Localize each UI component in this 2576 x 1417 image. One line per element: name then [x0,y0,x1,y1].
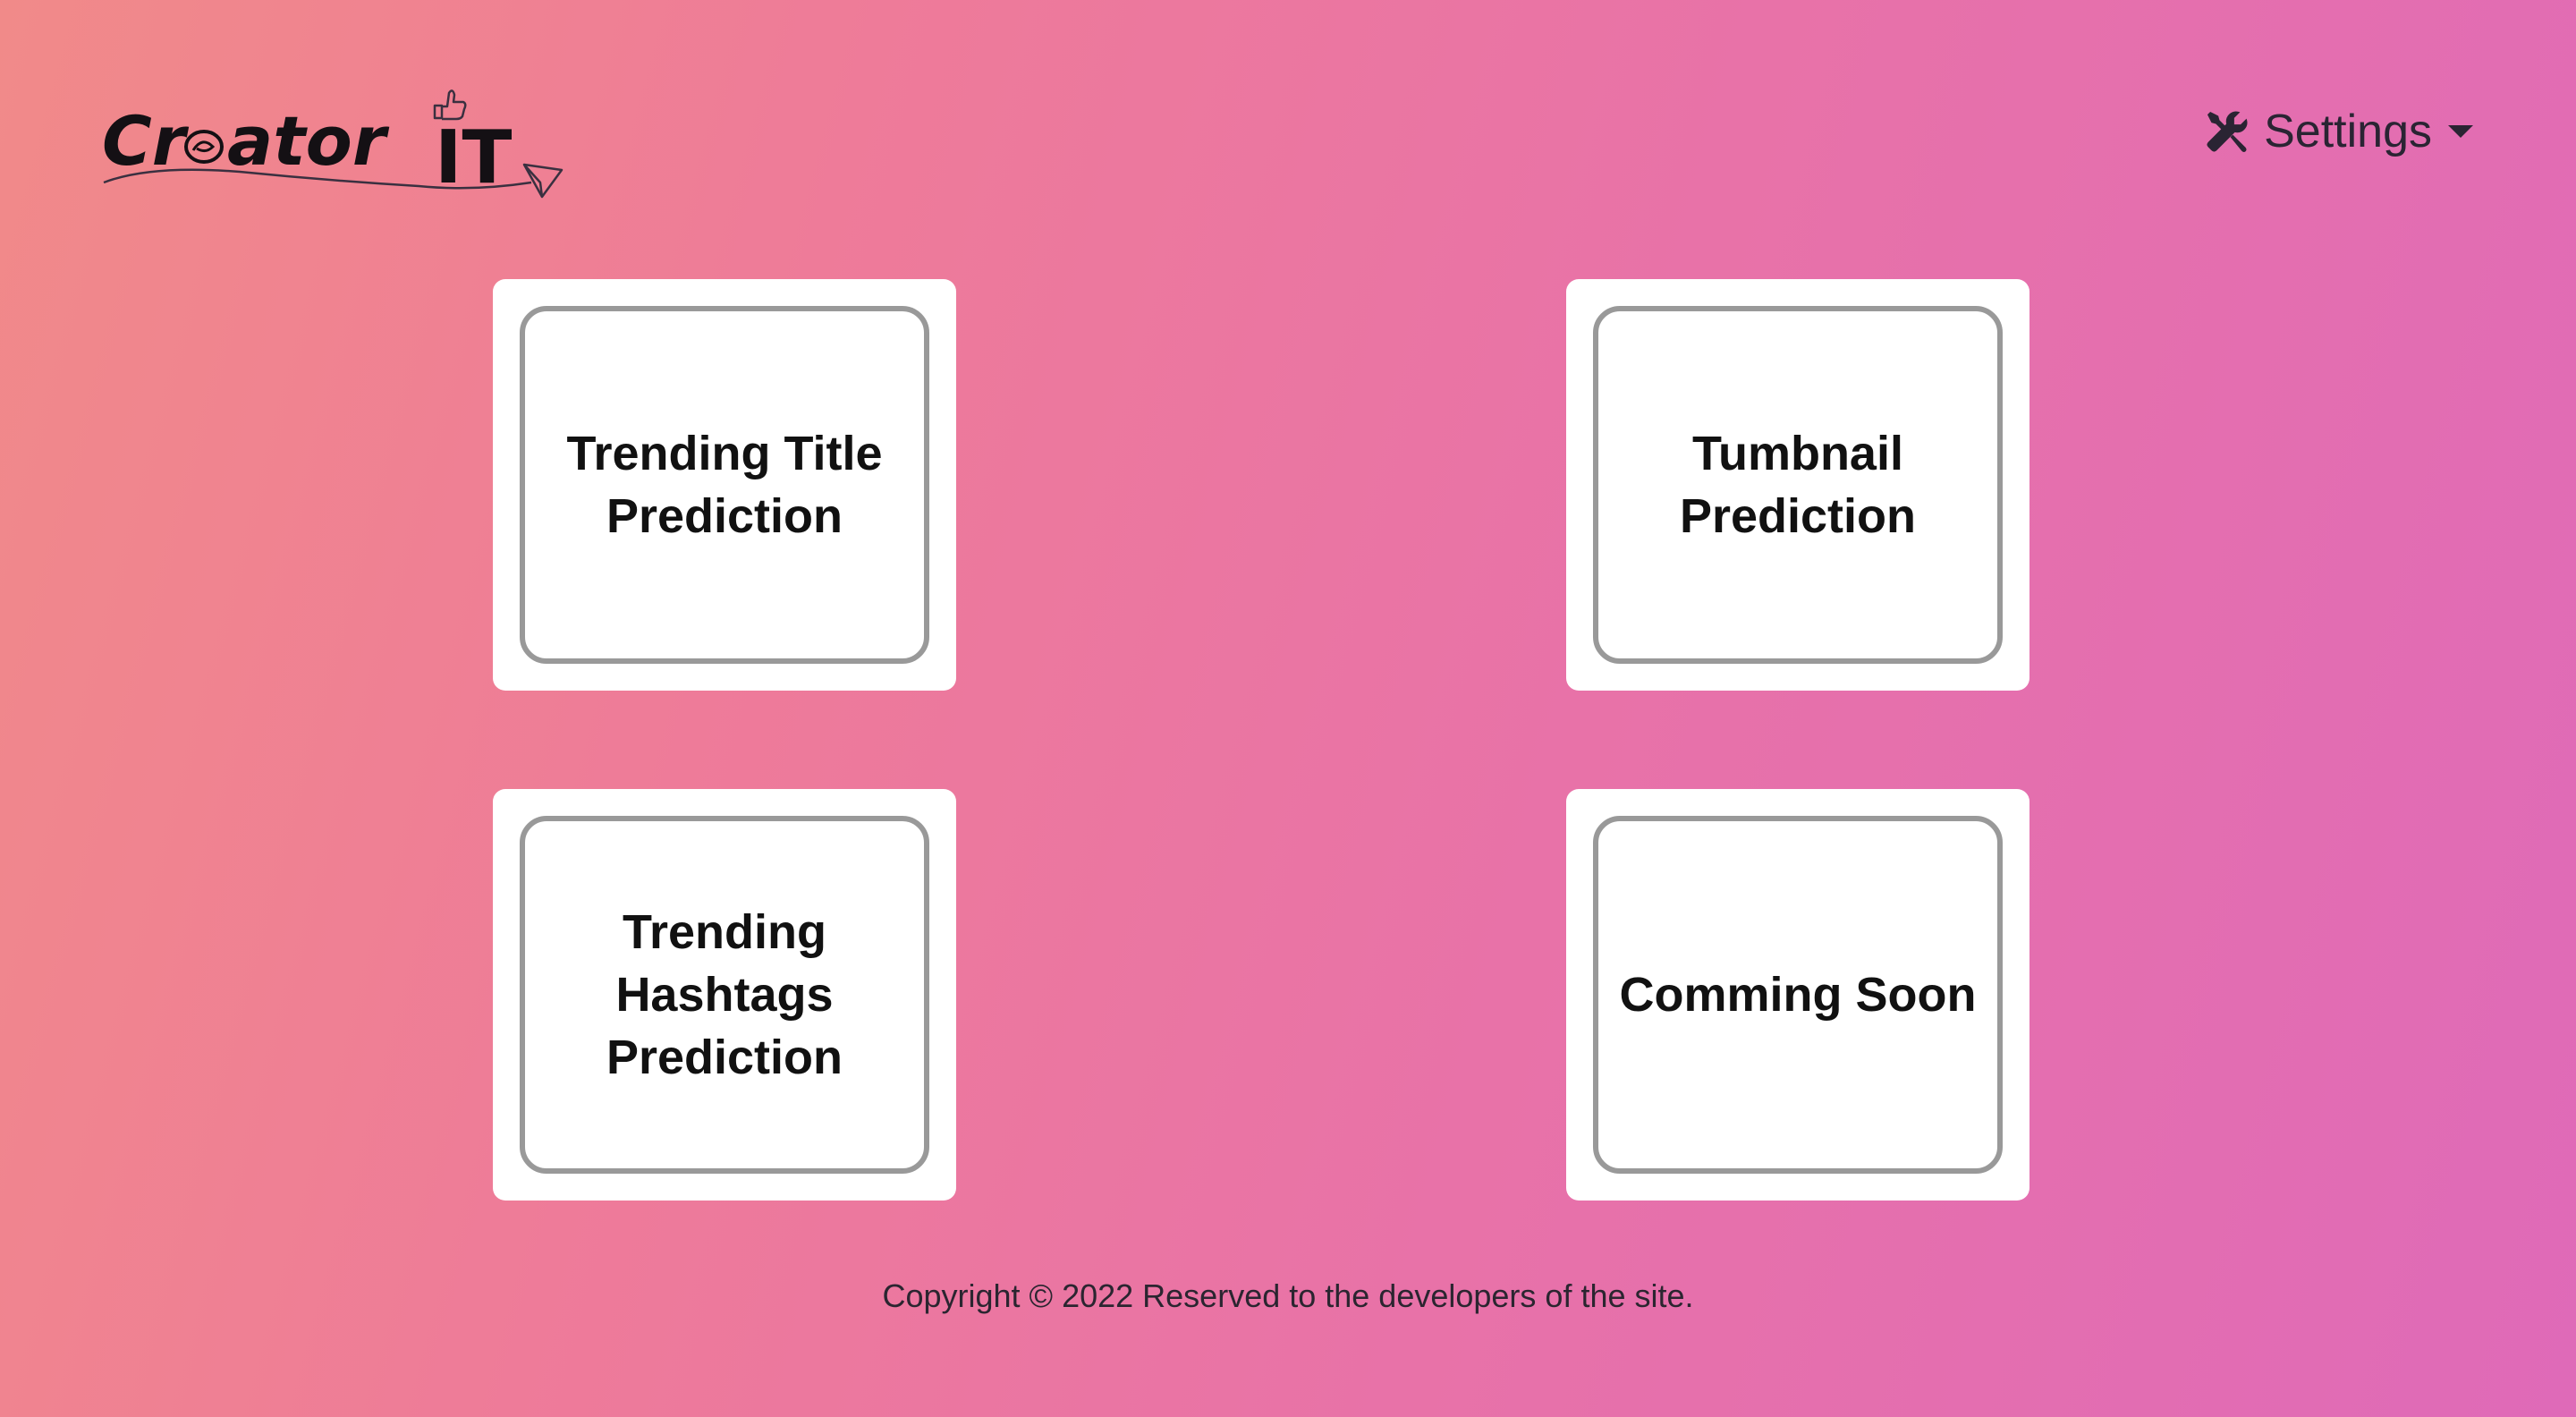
card-title-line: Prediction [1679,489,1917,543]
creator-it-logo[interactable]: Cr ator IT [97,82,571,216]
card-thumbnail-prediction[interactable]: Tumbnail Prediction [1566,279,2029,691]
card-title-line: Trending [622,904,826,959]
footer-copyright: Copyright © 2022 Reserved to the develop… [882,1277,1694,1314]
card-title: Trending Title Prediction [557,422,891,547]
card-title: Comming Soon [1611,963,1986,1026]
card-inner: Trending Hashtags Prediction [520,816,929,1174]
card-trending-title-prediction[interactable]: Trending Title Prediction [493,279,956,691]
chevron-down-icon [2448,125,2473,138]
card-title: Trending Hashtags Prediction [597,901,852,1090]
tools-icon [2203,107,2251,156]
card-title-line: Trending Title [566,426,883,480]
card-title-line: Comming Soon [1619,967,1977,1022]
logo-text-ator: ator [227,101,390,181]
settings-label: Settings [2264,106,2432,157]
card-coming-soon[interactable]: Comming Soon [1566,789,2029,1201]
paper-plane-icon [522,163,564,199]
card-inner: Trending Title Prediction [520,306,929,664]
card-trending-hashtags-prediction[interactable]: Trending Hashtags Prediction [493,789,956,1201]
card-inner: Tumbnail Prediction [1593,306,2003,664]
card-inner: Comming Soon [1593,816,2003,1174]
card-title-line: Tumbnail [1691,426,1903,480]
logo-e-glyph [184,130,224,164]
card-title: Tumbnail Prediction [1671,422,1925,547]
card-title-line: Prediction [606,1031,843,1085]
logo-text-cr: Cr [102,101,190,181]
card-title-line: Prediction [606,489,843,543]
card-title-line: Hashtags [615,967,834,1022]
settings-dropdown[interactable]: Settings [2203,107,2473,156]
